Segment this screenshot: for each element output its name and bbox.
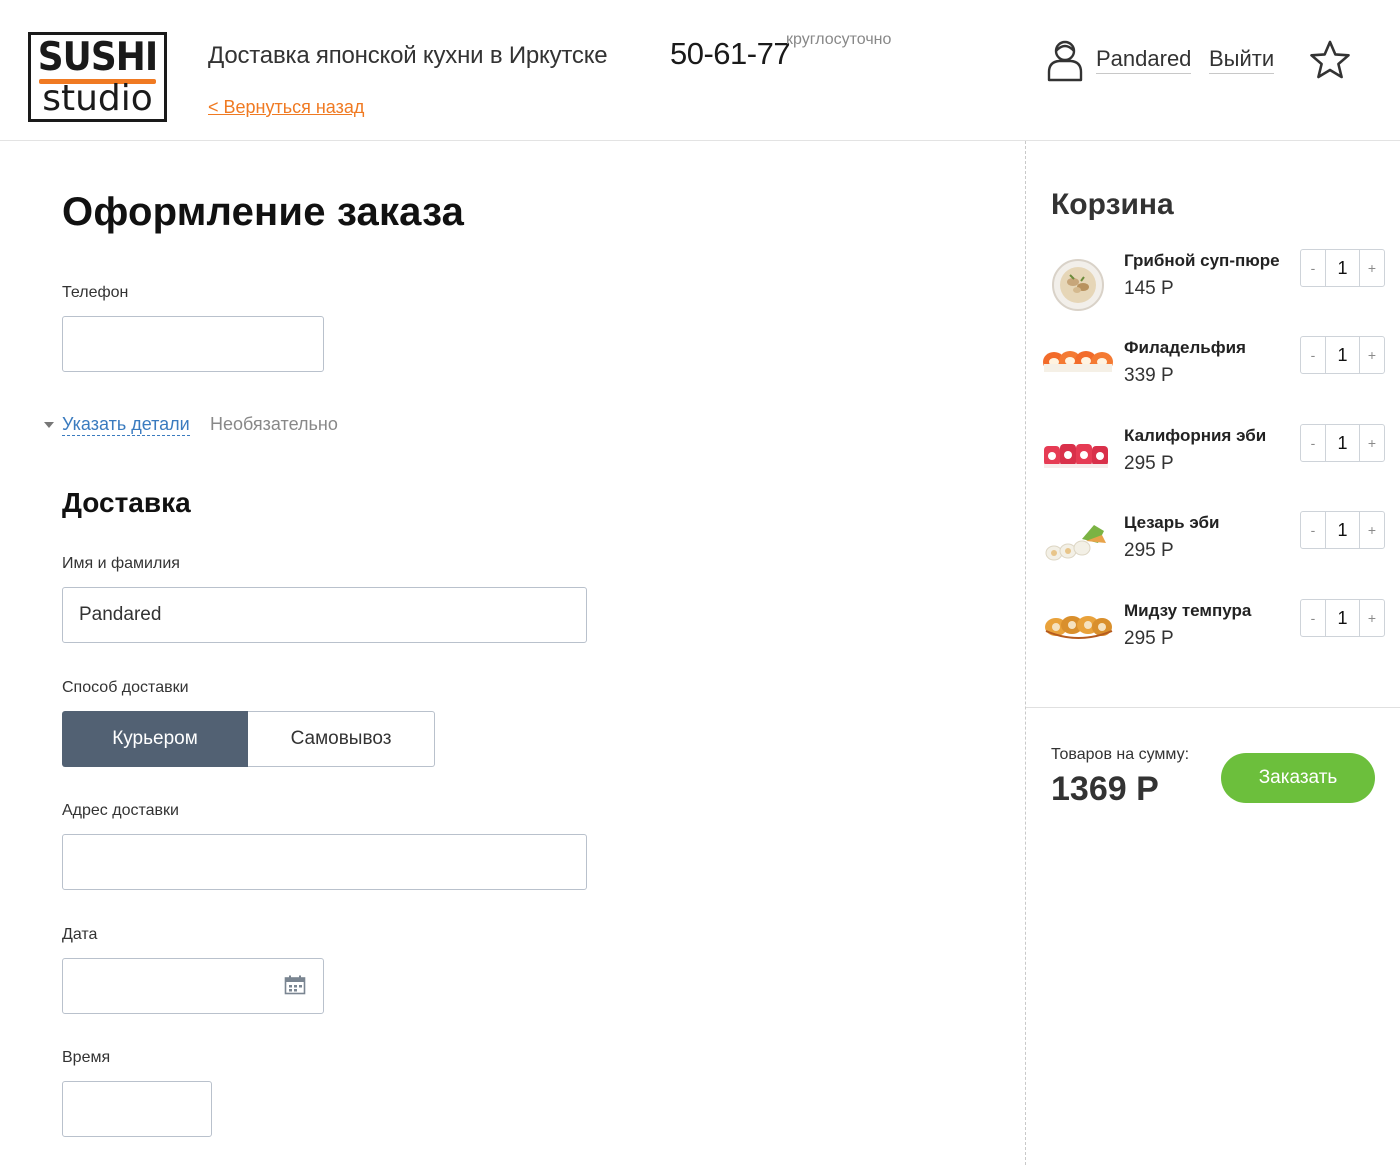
sushi-studio-logo[interactable]: SUSHI studio bbox=[28, 32, 167, 122]
quantity-value[interactable]: 1 bbox=[1325, 425, 1360, 461]
delivery-section-title: Доставка bbox=[62, 487, 191, 518]
cart-divider bbox=[1026, 707, 1400, 708]
increase-button[interactable]: + bbox=[1360, 250, 1384, 286]
phone-number[interactable]: 50-61-77 bbox=[670, 36, 791, 72]
quantity-value[interactable]: 1 bbox=[1325, 337, 1360, 373]
increase-button[interactable]: + bbox=[1360, 425, 1384, 461]
decrease-button[interactable]: - bbox=[1301, 600, 1325, 636]
cart-item-name: Филадельфия bbox=[1124, 338, 1246, 357]
details-toggle-link[interactable]: Указать детали bbox=[62, 414, 190, 436]
cart-item-price: 295 Р bbox=[1124, 540, 1174, 561]
cart-item-price: 339 Р bbox=[1124, 365, 1174, 386]
name-input[interactable]: Pandared bbox=[62, 587, 587, 643]
decrease-button[interactable]: - bbox=[1301, 337, 1325, 373]
site-tagline: Доставка японской кухни в Иркутске bbox=[208, 42, 608, 69]
delivery-method-courier[interactable]: Курьером bbox=[62, 711, 248, 767]
address-input[interactable] bbox=[62, 834, 587, 890]
user-name-link[interactable]: Pandared bbox=[1096, 46, 1192, 74]
decrease-button[interactable]: - bbox=[1301, 250, 1325, 286]
logo-line2: studio bbox=[42, 78, 153, 119]
mushroom-soup-image bbox=[1052, 259, 1104, 311]
cart-title: Корзина bbox=[1051, 188, 1174, 221]
logout-link[interactable]: Выйти bbox=[1209, 46, 1275, 74]
address-label: Адрес доставки bbox=[62, 802, 179, 819]
caesar-ebi-roll-image bbox=[1045, 525, 1106, 561]
cart-item: Грибной суп-пюре 145 Р - 1 + bbox=[1026, 249, 1400, 321]
quantity-value[interactable]: 1 bbox=[1325, 512, 1360, 548]
cart-item: Цезарь эби 295 Р - 1 + bbox=[1026, 511, 1400, 583]
quantity-value[interactable]: 1 bbox=[1325, 600, 1360, 636]
california-ebi-roll-image bbox=[1044, 444, 1108, 468]
decrease-button[interactable]: - bbox=[1301, 512, 1325, 548]
back-link[interactable]: < Вернуться назад bbox=[208, 97, 364, 118]
increase-button[interactable]: + bbox=[1360, 337, 1384, 373]
quantity-stepper: - 1 + bbox=[1300, 424, 1385, 462]
total-label: Товаров на сумму: bbox=[1051, 746, 1190, 763]
cart-item-name: Калифорния эби bbox=[1124, 426, 1267, 445]
time-label: Время bbox=[62, 1049, 111, 1066]
cart-item: Мидзу темпура 295 Р - 1 + bbox=[1026, 599, 1400, 671]
increase-button[interactable]: + bbox=[1360, 600, 1384, 636]
cart-item-price: 295 Р bbox=[1124, 453, 1174, 474]
name-label: Имя и фамилия bbox=[62, 555, 180, 572]
total-value: 1369 Р bbox=[1051, 770, 1159, 808]
phone-input[interactable] bbox=[62, 316, 324, 372]
quantity-stepper: - 1 + bbox=[1300, 599, 1385, 637]
philadelphia-roll-image bbox=[1043, 351, 1113, 372]
cart-item: Калифорния эби 295 Р - 1 + bbox=[1026, 424, 1400, 496]
cart-item-price: 145 Р bbox=[1124, 278, 1174, 299]
cart-item-name: Мидзу темпура bbox=[1124, 601, 1252, 620]
caret-down-icon[interactable] bbox=[44, 422, 54, 428]
delivery-method-label: Способ доставки bbox=[62, 679, 189, 696]
quantity-stepper: - 1 + bbox=[1300, 511, 1385, 549]
order-button[interactable]: Заказать bbox=[1221, 753, 1375, 803]
cart-item-name: Грибной суп-пюре bbox=[1124, 251, 1280, 270]
increase-button[interactable]: + bbox=[1360, 512, 1384, 548]
user-icon[interactable] bbox=[1046, 38, 1084, 82]
quantity-stepper: - 1 + bbox=[1300, 249, 1385, 287]
cart-item-name: Цезарь эби bbox=[1124, 513, 1220, 532]
page-title: Оформление заказа bbox=[62, 190, 465, 234]
site-header: SUSHI studio Доставка японской кухни в И… bbox=[0, 0, 1400, 141]
phone-label: Телефон bbox=[62, 284, 129, 301]
delivery-method-pickup[interactable]: Самовывоз bbox=[248, 711, 435, 767]
time-input[interactable] bbox=[62, 1081, 212, 1137]
decrease-button[interactable]: - bbox=[1301, 425, 1325, 461]
quantity-value[interactable]: 1 bbox=[1325, 250, 1360, 286]
date-label: Дата bbox=[62, 926, 98, 943]
hours-note: круглосуточно bbox=[786, 31, 892, 48]
quantity-stepper: - 1 + bbox=[1300, 336, 1385, 374]
logo-line1: SUSHI bbox=[37, 35, 159, 80]
calendar-icon[interactable] bbox=[284, 975, 306, 995]
cart-item: Филадельфия 339 Р - 1 + bbox=[1026, 336, 1400, 408]
star-icon[interactable] bbox=[1308, 38, 1352, 82]
mizu-tempura-roll-image bbox=[1045, 616, 1113, 639]
optional-note: Необязательно bbox=[210, 414, 338, 434]
cart-item-price: 295 Р bbox=[1124, 628, 1174, 649]
